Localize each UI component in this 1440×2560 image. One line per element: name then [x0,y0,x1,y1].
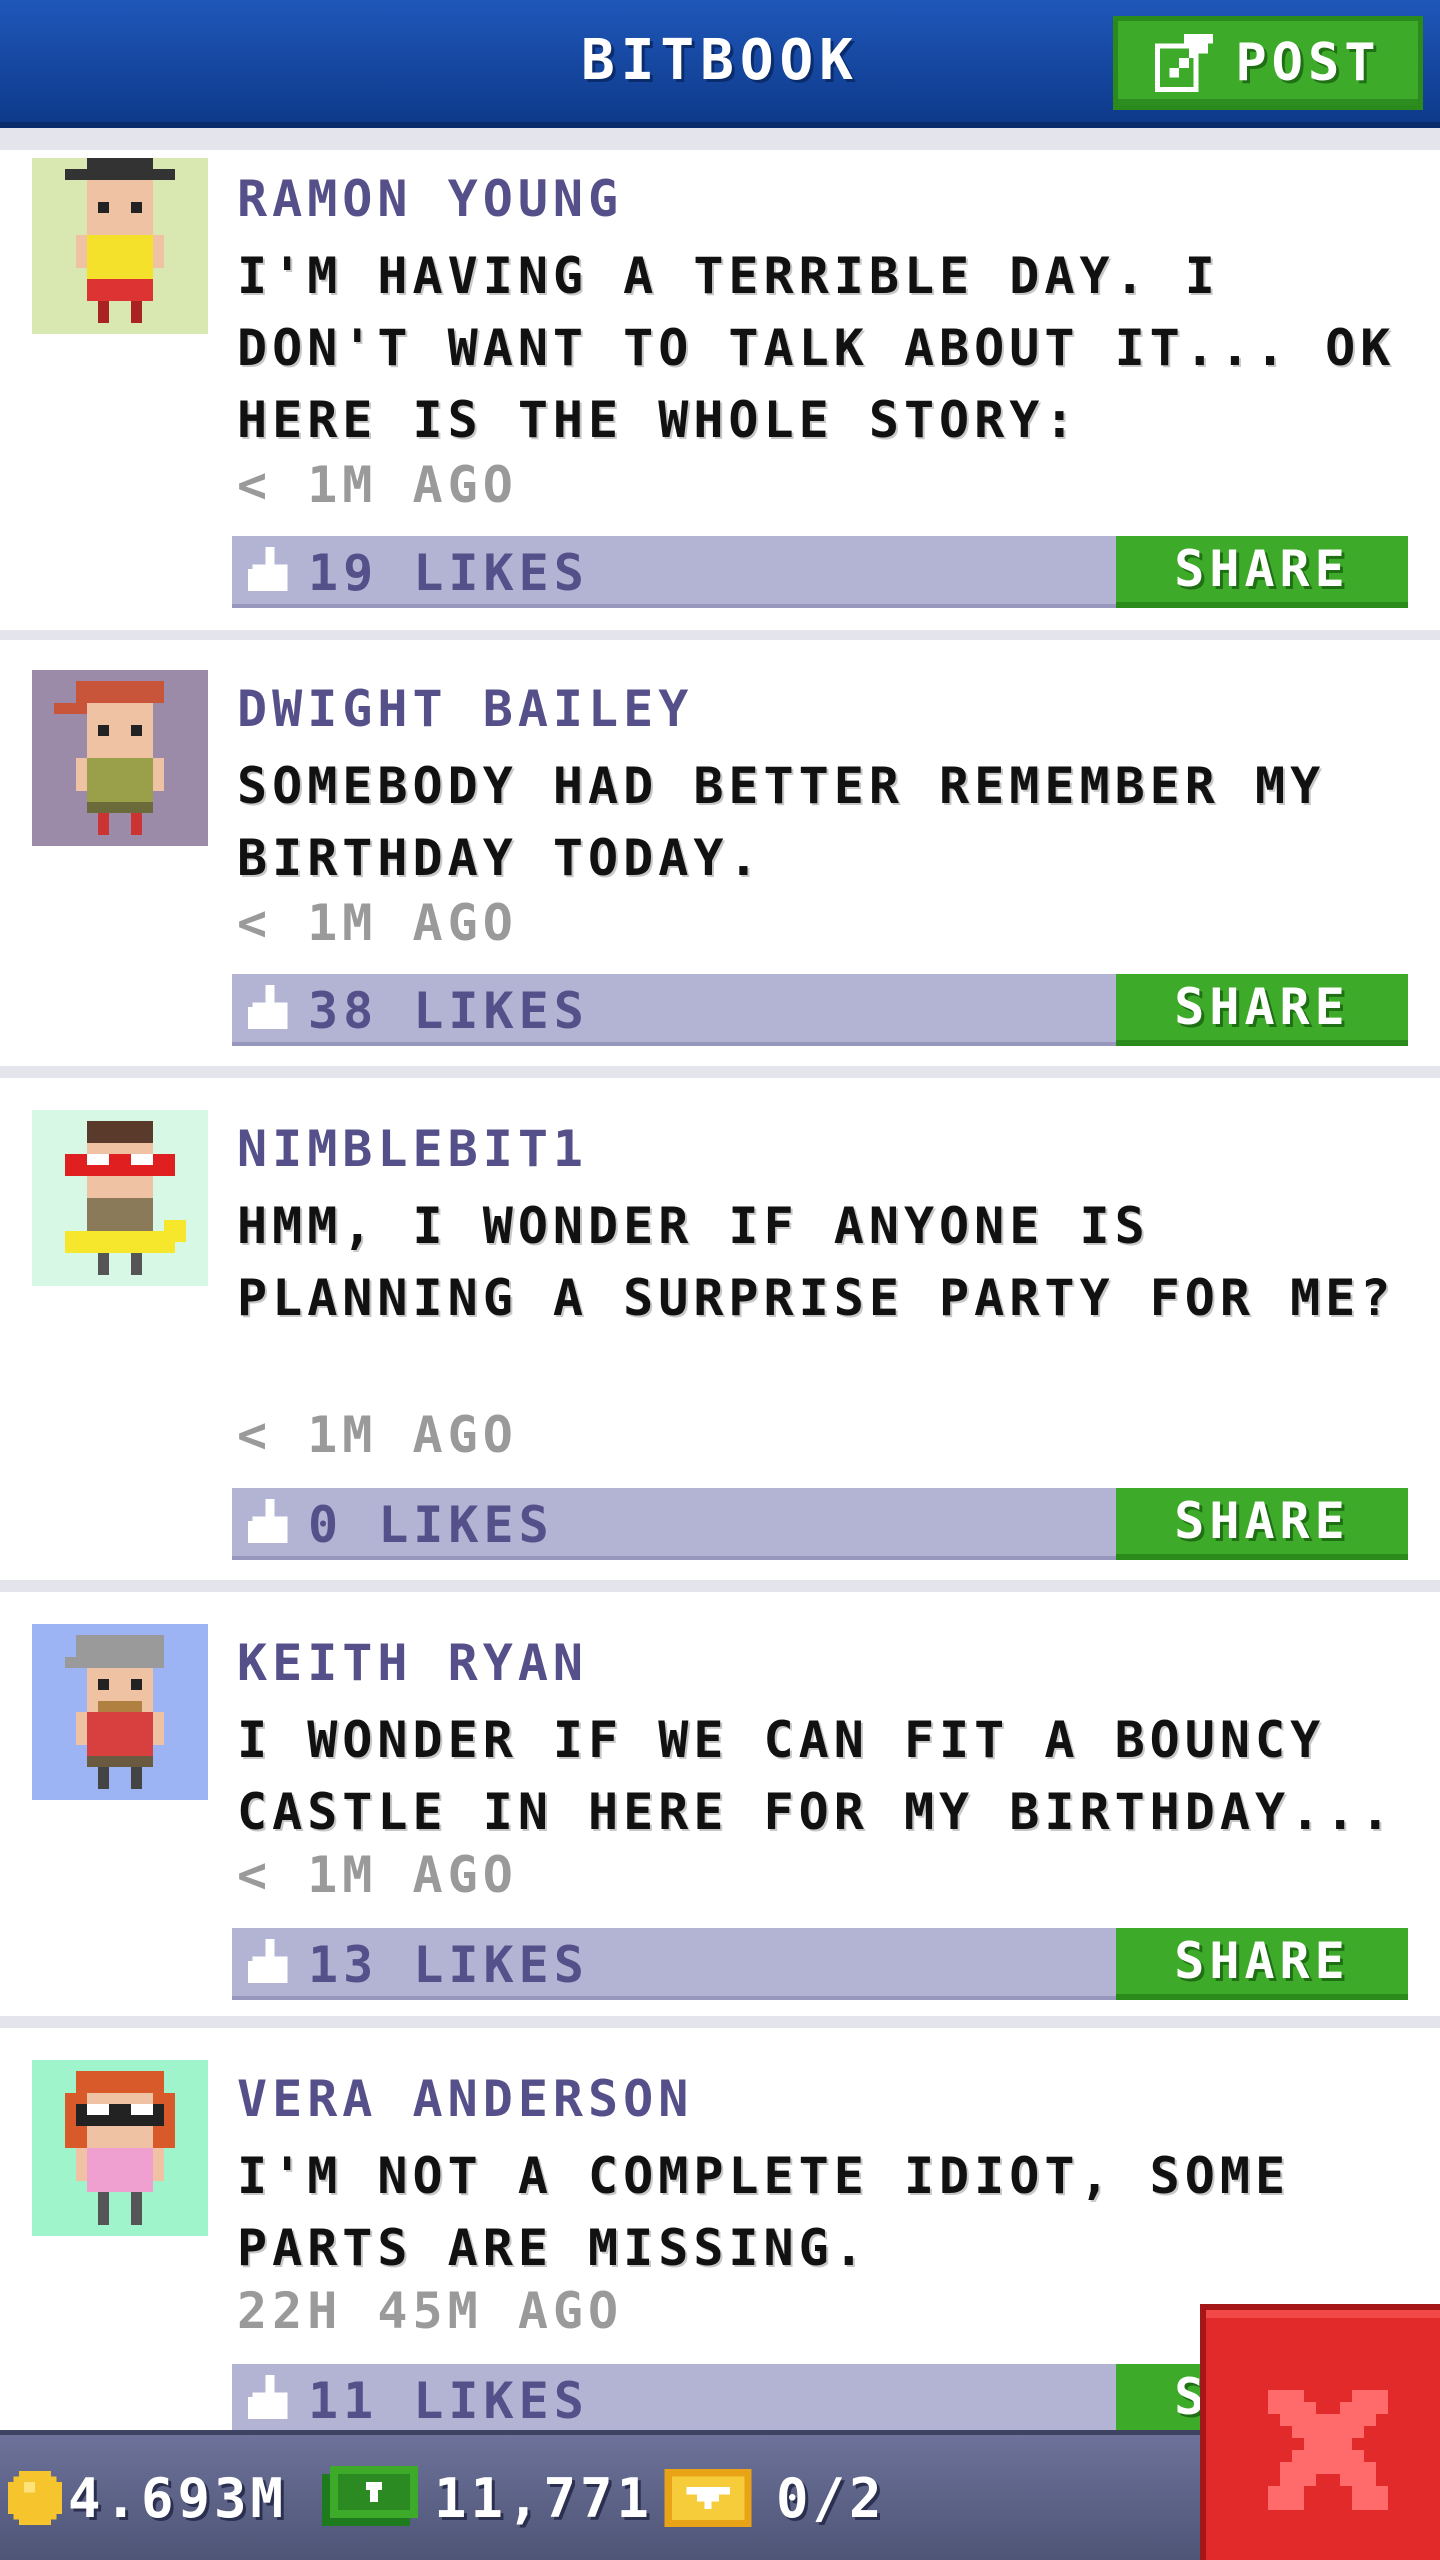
avatar[interactable] [32,1624,208,1800]
coins-value: 4.693M [68,2466,288,2530]
post-username[interactable]: DWIGHT BAILEY [237,680,693,738]
avatar-ramon-icon [65,158,175,323]
post-message: I'M HAVING A TERRIBLE DAY. I DON'T WANT … [237,247,1396,449]
post-timestamp: < 1M AGO [237,456,518,514]
post-message: HMM, I WONDER IF ANYONE IS PLANNING A SU… [237,1197,1396,1327]
close-button[interactable] [1200,2304,1440,2560]
post-message: I WONDER IF WE CAN FIT A BOUNCY CASTLE I… [237,1711,1396,1841]
ticket-icon [664,2469,752,2527]
thumbs-up-icon[interactable] [248,1498,292,1548]
post-timestamp: < 1M AGO [237,894,518,952]
tickets-stat: 0/2 [662,2463,886,2533]
likes-count: 13 LIKES [308,1936,589,1994]
avatar-keith-icon [65,1635,164,1789]
likes-bar: 13 LIKES SHARE [232,1928,1408,2000]
share-button[interactable]: SHARE [1116,1488,1408,1560]
likes-count: 11 LIKES [308,2372,589,2430]
share-button[interactable]: SHARE [1116,536,1408,608]
feed-post: KEITH RYAN I WONDER IF WE CAN FIT A BOUN… [0,1592,1440,2016]
header-bar: BITBOOK POST [0,0,1440,128]
avatar[interactable] [32,670,208,846]
likes-bar: 19 LIKES SHARE [232,536,1408,608]
post-username[interactable]: RAMON YOUNG [237,170,623,228]
likes-count: 38 LIKES [308,982,589,1040]
close-icon [1268,2390,1388,2510]
bux-value: 11,771 [434,2466,654,2530]
avatar[interactable] [32,1110,208,1286]
bitbook-screen: BITBOOK POST RAMON YOUNG I'M HAVING A TE… [0,0,1440,2560]
bux-stat: 11,771 [322,2463,653,2533]
likes-count: 19 LIKES [308,544,589,602]
post-username[interactable]: KEITH RYAN [237,1634,588,1692]
coins-stat: 4.693M [8,2463,287,2533]
coin-icon [8,2471,62,2525]
post-button[interactable]: POST [1113,16,1423,110]
avatar[interactable] [32,2060,208,2236]
thumbs-up-icon[interactable] [248,2374,292,2424]
avatar[interactable] [32,158,208,334]
avatar-nimblebit-icon [65,1121,186,1275]
post-message: I'M NOT A COMPLETE IDIOT, SOME PARTS ARE… [237,2147,1291,2277]
post-button-label: POST [1235,33,1381,93]
post-username[interactable]: VERA ANDERSON [237,2070,693,2128]
avatar-dwight-icon [54,681,164,835]
feed-post: NIMBLEBIT1 HMM, I WONDER IF ANYONE IS PL… [0,1078,1440,1580]
share-button[interactable]: SHARE [1116,1928,1408,2000]
thumbs-up-icon[interactable] [248,546,292,596]
likes-count: 0 LIKES [308,1496,554,1554]
bux-icon [322,2466,418,2526]
avatar-vera-icon [65,2071,175,2225]
post-timestamp: < 1M AGO [237,1406,518,1464]
post-timestamp: < 1M AGO [237,1846,518,1904]
thumbs-up-icon[interactable] [248,1938,292,1988]
post-message: SOMEBODY HAD BETTER REMEMBER MY BIRTHDAY… [237,757,1326,887]
feed-post: DWIGHT BAILEY SOMEBODY HAD BETTER REMEMB… [0,640,1440,1066]
post-username[interactable]: NIMBLEBIT1 [237,1120,588,1178]
likes-bar: 0 LIKES SHARE [232,1488,1408,1560]
tickets-value: 0/2 [776,2466,886,2530]
compose-icon [1155,34,1214,92]
post-timestamp: 22H 45M AGO [237,2282,624,2340]
feed-post: RAMON YOUNG I'M HAVING A TERRIBLE DAY. I… [0,150,1440,630]
likes-bar: 38 LIKES SHARE [232,974,1408,1046]
thumbs-up-icon[interactable] [248,984,292,1034]
share-button[interactable]: SHARE [1116,974,1408,1046]
